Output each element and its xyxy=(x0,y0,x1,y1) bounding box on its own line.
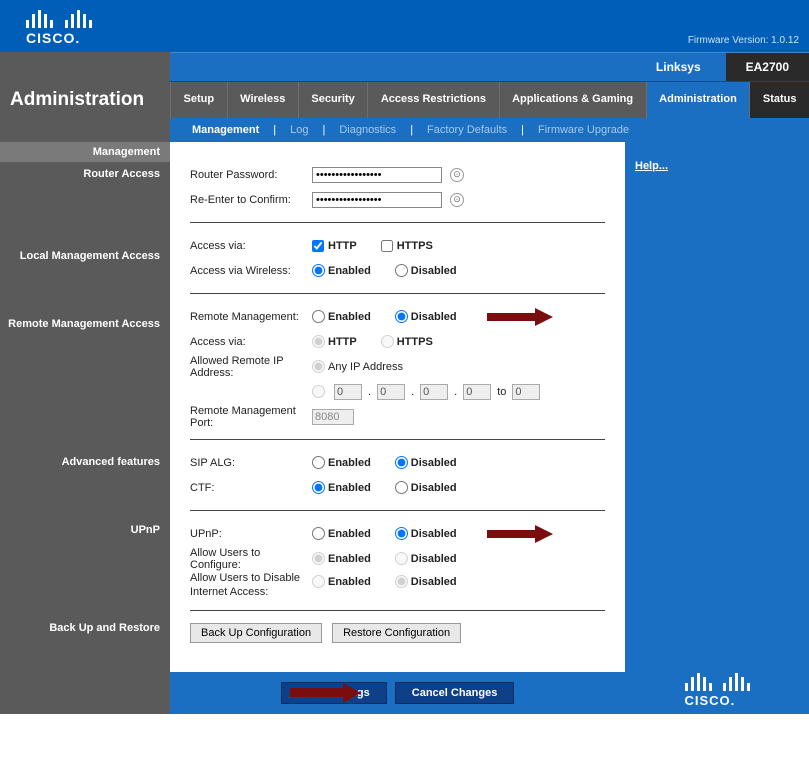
arrow-annotation-icon xyxy=(487,308,557,326)
help-panel: Help... xyxy=(625,142,809,672)
checkbox-https[interactable] xyxy=(381,240,393,252)
backup-button[interactable]: Back Up Configuration xyxy=(190,623,322,643)
radio-upnp-disabled[interactable] xyxy=(395,527,408,540)
password-reveal-icon-2[interactable]: ⊙ xyxy=(450,193,464,207)
tab-setup[interactable]: Setup xyxy=(170,82,227,118)
tab-applications-gaming[interactable]: Applications & Gaming xyxy=(499,82,646,118)
radio-allowdisable-enabled[interactable] xyxy=(312,575,325,588)
label-allowed-ip: Allowed Remote IP Address: xyxy=(190,355,312,379)
page-title: Administration xyxy=(0,82,170,118)
radio-allowconfig-enabled[interactable] xyxy=(312,552,325,565)
radio-wireless-enabled[interactable] xyxy=(312,264,325,277)
brand-strip: Linksys EA2700 xyxy=(0,52,809,82)
tab-administration[interactable]: Administration xyxy=(646,82,750,118)
subtab-firmware-upgrade[interactable]: Firmware Upgrade xyxy=(528,124,639,136)
label-allow-disable: Allow Users to Disable Internet Access: xyxy=(190,571,312,600)
subtab-management[interactable]: Management xyxy=(182,124,269,136)
radio-upnp-enabled[interactable] xyxy=(312,527,325,540)
tab-status[interactable]: Status xyxy=(749,82,809,118)
radio-specific-ip[interactable] xyxy=(312,385,325,398)
label-allow-config: Allow Users to Configure: xyxy=(190,547,312,571)
radio-sip-disabled[interactable] xyxy=(395,456,408,469)
cancel-changes-button[interactable]: Cancel Changes xyxy=(395,682,515,704)
radio-wireless-disabled[interactable] xyxy=(395,264,408,277)
arrow-annotation-icon xyxy=(487,525,557,543)
cisco-logo-footer: CISCO. xyxy=(685,673,750,708)
radio-ctf-enabled[interactable] xyxy=(312,481,325,494)
subtab-diagnostics[interactable]: Diagnostics xyxy=(329,124,406,136)
section-label-local-mgmt: Local Management Access xyxy=(0,244,160,262)
label-ctf: CTF: xyxy=(190,482,312,494)
section-header-management: Management xyxy=(0,142,170,162)
footer: Save Settings Cancel Changes CISCO. xyxy=(0,672,809,714)
radio-remote-http[interactable] xyxy=(312,335,325,348)
ip-octet-3[interactable] xyxy=(420,384,448,400)
cisco-logo: CISCO. xyxy=(0,0,92,46)
label-remote-access-via: Access via: xyxy=(190,336,312,348)
label-upnp: UPnP: xyxy=(190,528,312,540)
radio-sip-enabled[interactable] xyxy=(312,456,325,469)
label-access-wireless: Access via Wireless: xyxy=(190,265,312,277)
reenter-password-input[interactable] xyxy=(312,192,442,208)
ip-octet-4[interactable] xyxy=(463,384,491,400)
tab-wireless[interactable]: Wireless xyxy=(227,82,298,118)
tab-access-restrictions[interactable]: Access Restrictions xyxy=(367,82,498,118)
label-sip-alg: SIP ALG: xyxy=(190,457,312,469)
label-reenter-password: Re-Enter to Confirm: xyxy=(190,194,312,206)
tab-security[interactable]: Security xyxy=(298,82,367,118)
radio-any-ip[interactable] xyxy=(312,360,325,373)
checkbox-http[interactable] xyxy=(312,240,324,252)
section-label-router-access: Router Access xyxy=(0,162,160,180)
password-reveal-icon[interactable]: ⊙ xyxy=(450,168,464,182)
label-access-via: Access via: xyxy=(190,240,312,252)
radio-allowdisable-disabled[interactable] xyxy=(395,575,408,588)
arrow-annotation-icon xyxy=(290,683,361,703)
label-remote-mgmt: Remote Management: xyxy=(190,311,312,323)
restore-button[interactable]: Restore Configuration xyxy=(332,623,461,643)
section-label-advanced: Advanced features xyxy=(0,450,160,468)
subtab-log[interactable]: Log xyxy=(280,124,318,136)
section-label-upnp: UPnP xyxy=(0,518,160,536)
router-password-input[interactable] xyxy=(312,167,442,183)
label-remote-port: Remote Management Port: xyxy=(190,405,312,429)
section-label-remote-mgmt: Remote Management Access xyxy=(0,312,160,330)
cisco-logo-text: CISCO. xyxy=(26,30,92,46)
main-nav: Administration Setup Wireless Security A… xyxy=(0,82,809,118)
brand-name: Linksys xyxy=(631,60,726,74)
section-labels-column: Management Router Access Local Managemen… xyxy=(0,142,170,672)
radio-allowconfig-disabled[interactable] xyxy=(395,552,408,565)
radio-remote-enabled[interactable] xyxy=(312,310,325,323)
firmware-version: Firmware Version: 1.0.12 xyxy=(688,35,799,46)
help-link[interactable]: Help... xyxy=(635,160,668,172)
remote-port-input[interactable] xyxy=(312,409,354,425)
ip-octet-to[interactable] xyxy=(512,384,540,400)
subtab-factory-defaults[interactable]: Factory Defaults xyxy=(417,124,517,136)
model-name: EA2700 xyxy=(726,53,809,81)
content-area: Router Password: ⊙ Re-Enter to Confirm: … xyxy=(170,142,625,672)
section-label-backup: Back Up and Restore xyxy=(0,616,160,634)
app-header: CISCO. Firmware Version: 1.0.12 xyxy=(0,0,809,52)
ip-octet-1[interactable] xyxy=(334,384,362,400)
radio-remote-disabled[interactable] xyxy=(395,310,408,323)
ip-octet-2[interactable] xyxy=(377,384,405,400)
sub-nav: Management | Log | Diagnostics | Factory… xyxy=(0,118,809,142)
label-router-password: Router Password: xyxy=(190,169,312,181)
radio-remote-https[interactable] xyxy=(381,335,394,348)
radio-ctf-disabled[interactable] xyxy=(395,481,408,494)
